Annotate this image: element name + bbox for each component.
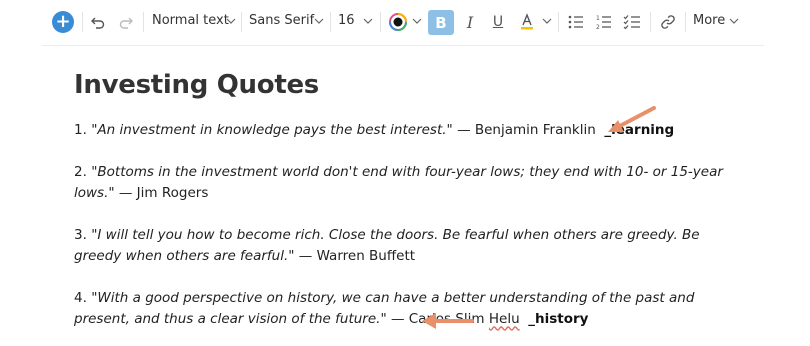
text-style-dropdown[interactable]: Normal text	[152, 13, 229, 28]
chevron-down-icon	[541, 14, 553, 28]
chevron-down-icon	[362, 14, 374, 28]
chevron-down-icon	[728, 14, 740, 28]
numbered-list-icon[interactable]: 12	[594, 10, 614, 34]
italic-button[interactable]: I	[460, 10, 480, 34]
chevron-down-icon	[313, 14, 325, 28]
quote-text: "An investment in knowledge pays the bes…	[91, 122, 453, 138]
list-number: 4.	[74, 290, 87, 306]
quote-text: "With a good perspective on history, we …	[74, 290, 695, 327]
misspelled-word: Helu	[488, 310, 520, 327]
highlight-icon[interactable]	[516, 10, 538, 34]
toolbar-divider	[143, 12, 144, 32]
underline-icon: U	[492, 14, 504, 30]
font-size-dropdown[interactable]: 16	[338, 13, 355, 28]
text-color-icon[interactable]	[388, 10, 408, 34]
redo-icon[interactable]	[116, 10, 136, 34]
chevron-down-icon	[225, 14, 237, 28]
quote-author: — Jim Rogers	[118, 184, 209, 201]
underline-button[interactable]: U	[488, 10, 508, 34]
tag-label: _history	[528, 310, 589, 327]
annotation-arrow-icon	[422, 313, 474, 329]
toolbar-divider	[558, 12, 559, 32]
link-icon[interactable]	[658, 10, 678, 34]
checklist-icon[interactable]	[622, 10, 642, 34]
toolbar-divider	[685, 12, 686, 32]
toolbar-divider-line	[42, 45, 764, 46]
plus-icon: +	[55, 11, 71, 32]
bold-icon: B	[435, 13, 447, 32]
toolbar-divider	[650, 12, 651, 32]
bulleted-list-icon[interactable]	[566, 10, 586, 34]
quote-author: — Warren Buffett	[298, 247, 416, 264]
bold-button[interactable]: B	[428, 10, 454, 35]
annotation-arrow-icon	[608, 106, 656, 132]
toolbar-divider	[82, 12, 83, 32]
svg-text:2: 2	[596, 24, 600, 30]
list-item[interactable]: 4. "With a good perspective on history, …	[74, 288, 740, 329]
document-body[interactable]: Investing Quotes	[74, 70, 754, 100]
undo-icon[interactable]	[88, 10, 108, 34]
quote-author: — Benjamin Franklin	[457, 122, 596, 138]
toolbar-divider	[241, 12, 242, 32]
chevron-down-icon	[411, 14, 423, 28]
toolbar-divider	[380, 12, 381, 32]
add-button[interactable]: +	[52, 11, 74, 33]
list-number: 1.	[74, 122, 87, 138]
document-title[interactable]: Investing Quotes	[74, 70, 754, 100]
svg-text:1: 1	[596, 15, 600, 22]
italic-icon: I	[466, 12, 474, 32]
toolbar-divider	[330, 12, 331, 32]
font-family-dropdown[interactable]: Sans Serif	[249, 13, 314, 28]
list-item[interactable]: 3. "I will tell you how to become rich. …	[74, 225, 740, 266]
more-dropdown[interactable]: More	[693, 13, 725, 28]
list-number: 3.	[74, 227, 87, 243]
list-number: 2.	[74, 164, 87, 180]
editor-toolbar: + Normal text Sans Serif 16 B I U 12 Mor…	[0, 0, 810, 44]
list-item[interactable]: 2. "Bottoms in the investment world don'…	[74, 162, 740, 203]
